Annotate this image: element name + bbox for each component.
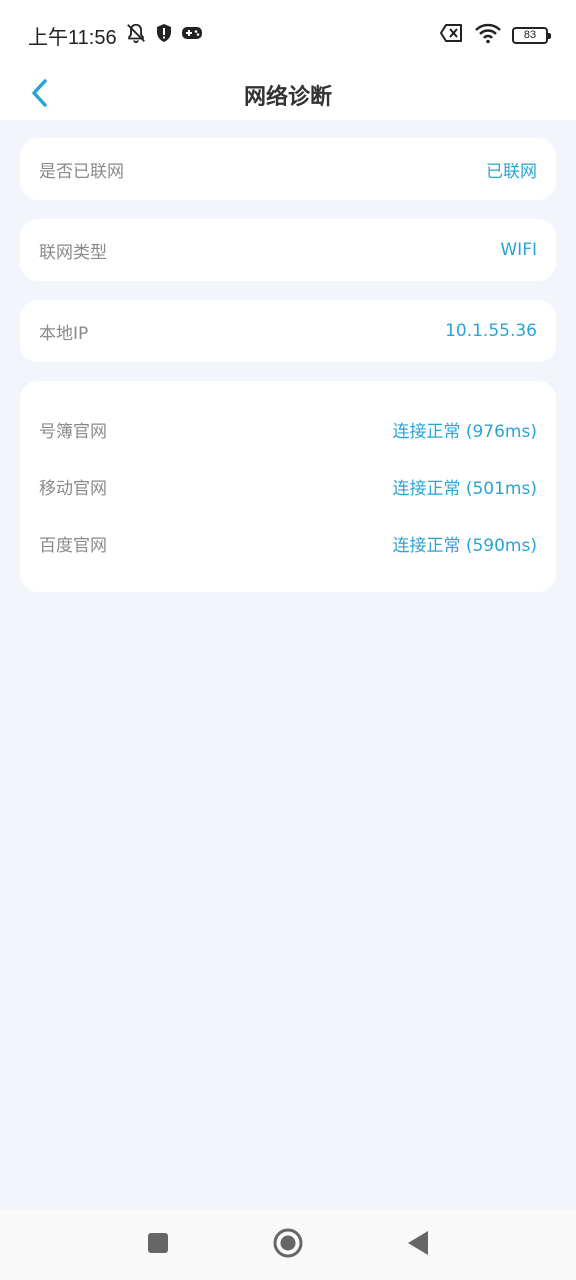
back-nav-button[interactable]	[398, 1225, 438, 1265]
row-label: 移动官网	[39, 479, 107, 499]
row-label: 联网类型	[39, 242, 107, 263]
square-icon	[146, 1231, 170, 1259]
bell-muted-icon	[125, 22, 147, 48]
screen: 上午11:56 83 网络诊断 是否已联网 已联网 联网类型 WIFI 本地IP…	[0, 0, 576, 1280]
row-value: 连接正常 (976ms)	[392, 422, 537, 442]
back-button[interactable]	[20, 70, 60, 120]
system-nav-bar	[0, 1210, 576, 1280]
chevron-left-icon	[30, 78, 50, 112]
row-value: 已联网	[486, 161, 537, 182]
network-type-row: 联网类型 WIFI	[20, 219, 556, 281]
page-title: 网络诊断	[243, 85, 332, 110]
network-type-card: 联网类型 WIFI	[20, 219, 556, 281]
local-ip-card: 本地IP 10.1.55.36	[20, 300, 556, 362]
site-check-row: 号簿官网 连接正常 (976ms)	[20, 401, 556, 458]
gamepad-icon	[181, 24, 203, 46]
site-check-row: 百度官网 连接正常 (590ms)	[20, 515, 556, 572]
circle-icon	[272, 1227, 304, 1263]
row-label: 号簿官网	[39, 422, 107, 442]
row-label: 是否已联网	[39, 161, 124, 182]
battery-indicator: 83	[512, 26, 551, 44]
recent-apps-button[interactable]	[138, 1225, 178, 1265]
status-right: 83	[440, 22, 551, 48]
wifi-icon	[474, 22, 502, 48]
row-label: 百度官网	[39, 536, 107, 556]
connection-status-row: 是否已联网 已联网	[20, 138, 556, 200]
row-label: 本地IP	[39, 323, 89, 344]
row-value: 连接正常 (590ms)	[392, 536, 537, 556]
nav-bar: 网络诊断	[0, 70, 576, 120]
row-value: 10.1.55.36	[445, 321, 537, 341]
content: 是否已联网 已联网 联网类型 WIFI 本地IP 10.1.55.36 号簿官网…	[20, 138, 556, 592]
triangle-back-icon	[406, 1230, 430, 1260]
row-value: 连接正常 (501ms)	[392, 479, 537, 499]
site-check-row: 移动官网 连接正常 (501ms)	[20, 458, 556, 515]
local-ip-row: 本地IP 10.1.55.36	[20, 300, 556, 362]
sim-disabled-icon	[440, 23, 464, 47]
connection-status-card: 是否已联网 已联网	[20, 138, 556, 200]
status-bar: 上午11:56 83	[0, 0, 576, 70]
shield-icon	[155, 23, 173, 47]
home-button[interactable]	[268, 1225, 308, 1265]
row-value: WIFI	[500, 240, 537, 260]
site-check-card: 号簿官网 连接正常 (976ms) 移动官网 连接正常 (501ms) 百度官网…	[20, 381, 556, 592]
status-time: 上午11:56	[28, 26, 117, 49]
status-left: 上午11:56	[28, 21, 203, 50]
